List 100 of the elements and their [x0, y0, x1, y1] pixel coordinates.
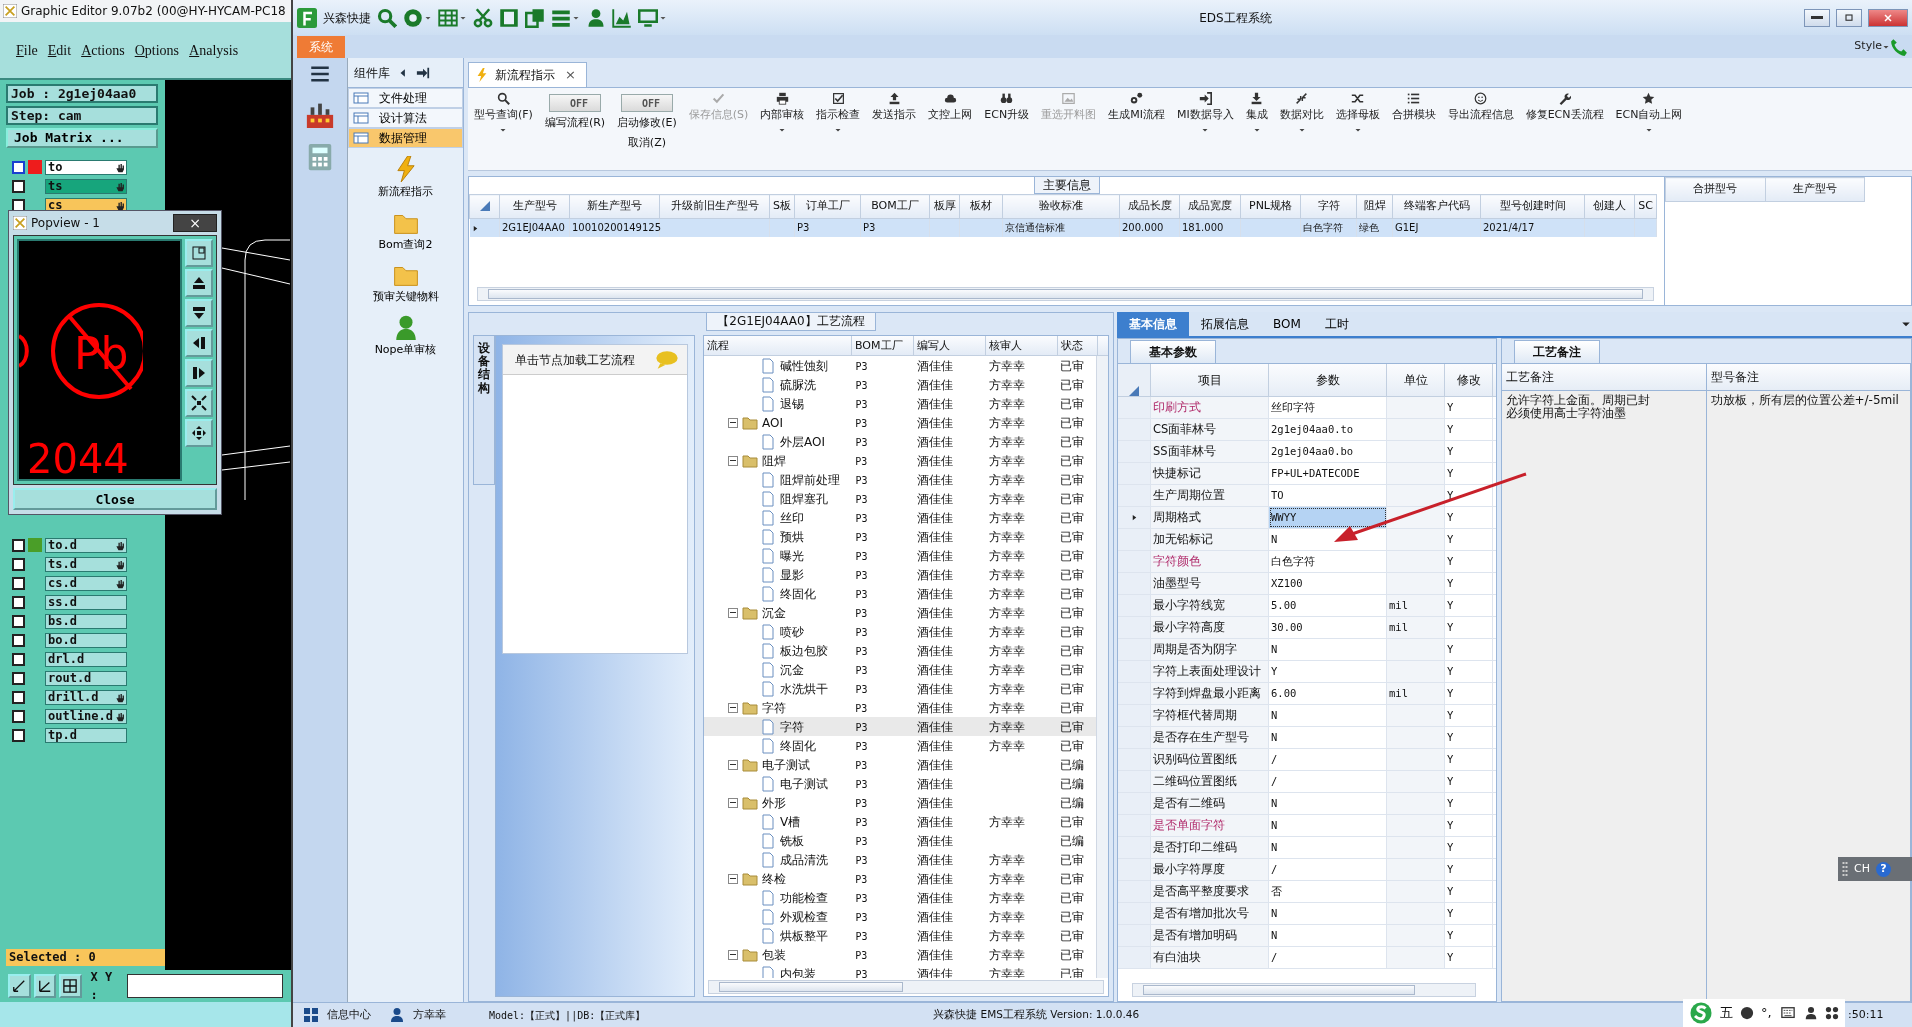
layer-row[interactable]: drill.d	[45, 689, 127, 705]
layer-row[interactable]: rout.d	[45, 670, 127, 686]
expand-toggle[interactable]	[728, 455, 738, 466]
tree-row[interactable]: 字符 P3 酒佳佳 方幸幸 已审	[704, 698, 1096, 717]
view-button[interactable]	[185, 419, 213, 447]
tree-row[interactable]: 硫脲洗 P3 酒佳佳 方幸幸 已审	[704, 375, 1096, 394]
layer-row[interactable]: tp.d	[45, 727, 127, 743]
toolbar-button[interactable]: 合拼模块	[1385, 90, 1442, 126]
tab[interactable]: 基本参数	[1130, 340, 1216, 363]
layer-checkbox[interactable]	[12, 576, 25, 590]
view-button[interactable]	[185, 389, 213, 417]
toolbar-button[interactable]: 集成	[1239, 90, 1274, 136]
nav-item[interactable]: 数据管理	[348, 128, 463, 148]
menu-item[interactable]: Edit	[47, 39, 72, 61]
column-header[interactable]: 合拼型号	[1665, 177, 1765, 202]
column-header[interactable]: 订单工厂	[794, 194, 861, 219]
tree-row[interactable]: 曝光 P3 酒佳佳 方幸幸 已审	[704, 546, 1096, 565]
toolbar-button[interactable]: 文控上网	[922, 90, 979, 126]
layer-row[interactable]: bo.d	[45, 632, 127, 648]
close-button[interactable]	[1868, 8, 1908, 27]
punctuation-mode[interactable]: °,	[1761, 1003, 1772, 1023]
layer-checkbox[interactable]	[12, 557, 25, 571]
tree-row[interactable]: 外观检查 P3 酒佳佳 方幸幸 已审	[704, 907, 1096, 926]
expand-toggle[interactable]	[728, 607, 738, 618]
expand-toggle[interactable]	[728, 702, 738, 713]
tool-button[interactable]	[8, 974, 31, 998]
tree-row[interactable]: 板边包胶 P3 酒佳佳 方幸幸 已审	[704, 641, 1096, 660]
tree-row[interactable]: 退锡 P3 酒佳佳 方幸幸 已审	[704, 394, 1096, 413]
column-header[interactable]: 终端客户代码	[1392, 194, 1481, 219]
column-header[interactable]: BOM工厂	[852, 336, 914, 355]
layer-row[interactable]: ss.d	[45, 594, 127, 610]
tree-row[interactable]: 成品清洗 P3 酒佳佳 方幸幸 已审	[704, 850, 1096, 869]
column-header[interactable]: 单位	[1387, 364, 1445, 396]
layer-checkbox[interactable]	[12, 160, 25, 174]
column-header[interactable]: 板材	[959, 194, 1003, 219]
column-header[interactable]: 状态	[1058, 336, 1098, 355]
job-matrix-button[interactable]: Job Matrix ...	[6, 128, 158, 148]
maximize-button[interactable]	[1836, 8, 1862, 27]
ime-language[interactable]: CH	[1854, 860, 1870, 878]
column-header[interactable]: 成品宽度	[1179, 194, 1241, 219]
column-header[interactable]: 生产型号	[499, 194, 570, 219]
toolbar-button[interactable]: 型号查询(F)	[468, 90, 539, 136]
layer-row[interactable]: to.d	[45, 537, 127, 553]
column-header[interactable]: S板	[769, 194, 795, 219]
toolbar-button[interactable]: 导出流程信息	[1441, 90, 1520, 126]
tree-row[interactable]: 包装 P3 酒佳佳 方幸幸 已审	[704, 945, 1096, 964]
layer-checkbox[interactable]	[12, 538, 25, 552]
tree-row[interactable]: 沉金 P3 酒佳佳 方幸幸 已审	[704, 603, 1096, 622]
tree-row[interactable]: 阻焊塞孔 P3 酒佳佳 方幸幸 已审	[704, 489, 1096, 508]
globe-icon[interactable]	[403, 7, 423, 28]
column-header[interactable]: 编写人	[914, 336, 986, 355]
layer-checkbox[interactable]	[12, 652, 25, 666]
toolbar-button[interactable]: ECN升级	[978, 90, 1036, 126]
layer-checkbox[interactable]	[12, 633, 25, 647]
toolbar-button[interactable]: 发送指示	[866, 90, 923, 126]
tree-row[interactable]: 预烘 P3 酒佳佳 方幸幸 已审	[704, 527, 1096, 546]
style-menu[interactable]: Style	[1854, 38, 1882, 55]
toolbar-button[interactable]: 数据对比	[1273, 90, 1330, 136]
chart-icon[interactable]	[612, 7, 632, 28]
view-button[interactable]	[185, 329, 213, 357]
vertical-scrollbar[interactable]	[1096, 356, 1108, 978]
tree-row[interactable]: 显影 P3 酒佳佳 方幸幸 已审	[704, 565, 1096, 584]
monitor-icon[interactable]	[638, 7, 658, 28]
column-header[interactable]: 验收标准	[1002, 194, 1120, 219]
search-icon[interactable]	[377, 7, 397, 28]
nav-item[interactable]: 文件处理	[348, 88, 463, 108]
person-icon[interactable]	[586, 7, 606, 28]
tree-row[interactable]: 阻焊 P3 酒佳佳 方幸幸 已审	[704, 451, 1096, 470]
nav-item[interactable]: 设计算法	[348, 108, 463, 128]
layer-row[interactable]: cs.d	[45, 575, 127, 591]
layer-checkbox[interactable]	[12, 690, 25, 704]
menu-item[interactable]: File	[16, 39, 38, 61]
coordinate-field[interactable]	[127, 974, 283, 998]
side-tab[interactable]: 设备结构	[473, 335, 495, 485]
column-header[interactable]: 项目	[1151, 364, 1269, 396]
shortcut-button[interactable]: Nope单审核	[348, 313, 463, 358]
tree-row[interactable]: 烘板整平 P3 酒佳佳 方幸幸 已审	[704, 926, 1096, 945]
menu-item[interactable]: Actions	[81, 39, 125, 61]
tab[interactable]: 拓展信息	[1189, 312, 1261, 336]
tree-row[interactable]: 铣板 P3 酒佳佳 已编	[704, 831, 1096, 850]
column-header[interactable]: 型号创建时间	[1480, 194, 1585, 219]
column-header[interactable]: 流程	[704, 336, 852, 355]
layer-row[interactable]: outline.d	[45, 708, 127, 724]
layer-checkbox[interactable]	[12, 671, 25, 685]
column-header[interactable]: BOM工厂	[860, 194, 930, 219]
view-button[interactable]	[185, 359, 213, 387]
minimize-button[interactable]	[1804, 8, 1830, 27]
toggle-switch[interactable]: OFF	[620, 94, 673, 112]
layer-row[interactable]: drl.d	[45, 651, 127, 667]
collapse-left-icon[interactable]	[398, 67, 408, 78]
tree-row[interactable]: 电子测试 P3 酒佳佳 已编	[704, 755, 1096, 774]
close-button[interactable]: Close	[13, 488, 217, 510]
tree-row[interactable]: 电子测试 P3 酒佳佳 已编	[704, 774, 1096, 793]
close-button[interactable]: ×	[173, 214, 217, 232]
view-button[interactable]	[185, 299, 213, 327]
layer-row[interactable]: bs.d	[45, 613, 127, 629]
expand-toggle[interactable]	[728, 759, 738, 770]
tool-button[interactable]	[33, 974, 57, 998]
toolbar-button[interactable]: 内部审核	[754, 90, 811, 136]
tab[interactable]: 工艺备注	[1514, 340, 1600, 363]
